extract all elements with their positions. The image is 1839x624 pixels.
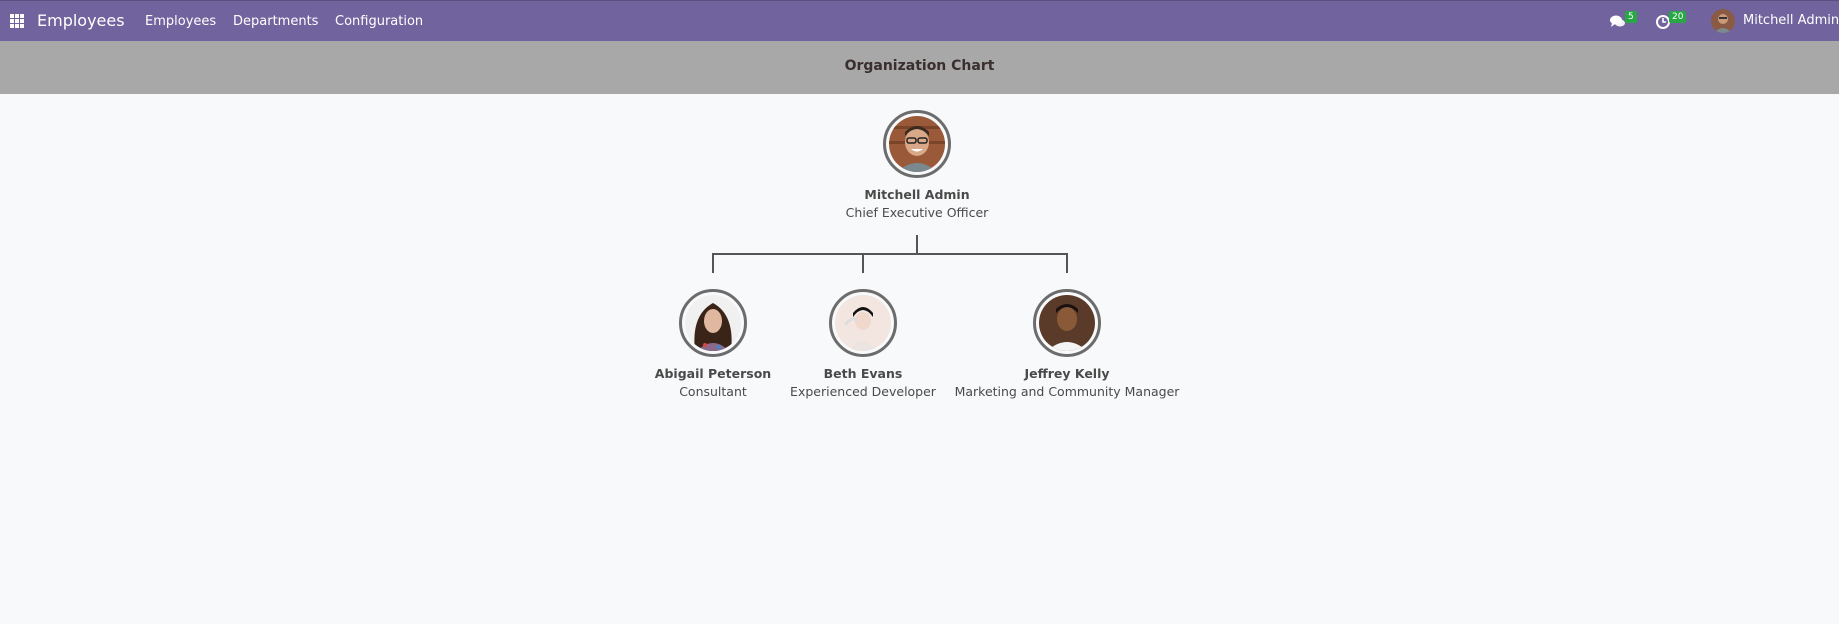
top-navbar: Employees Employees Departments Configur… [0,0,1839,41]
menu-configuration[interactable]: Configuration [335,14,423,29]
control-panel: Organization Chart [0,41,1839,94]
user-avatar [1711,9,1735,33]
connector-line [712,253,714,273]
employee-avatar [883,110,951,178]
connector-line [1066,253,1068,273]
connector-line [712,253,1068,255]
employee-job-title: Marketing and Community Manager [954,384,1180,399]
employee-job-title: Chief Executive Officer [845,205,989,220]
menu-departments[interactable]: Departments [233,14,318,29]
app-brand[interactable]: Employees [37,11,125,30]
messages-count-badge: 5 [1625,11,1637,23]
page-title: Organization Chart [844,58,995,74]
employee-avatar [1033,289,1101,357]
menu-employees[interactable]: Employees [145,14,216,29]
org-node-manager[interactable]: Mitchell Admin Chief Executive Officer [817,110,1017,220]
employee-name: Jeffrey Kelly [1024,366,1110,381]
org-node-subordinate[interactable]: Jeffrey Kelly Marketing and Community Ma… [917,289,1217,399]
user-name: Mitchell Admin [1743,13,1839,28]
employee-avatar [829,289,897,357]
employee-name: Mitchell Admin [864,187,970,202]
app-switcher-grid-icon[interactable] [10,14,24,28]
employee-avatar [679,289,747,357]
org-chart-area: Mitchell Admin Chief Executive Officer A… [0,94,1839,624]
connector-line [916,235,918,255]
connector-line [862,253,864,273]
activities-count-badge: 20 [1669,11,1687,23]
